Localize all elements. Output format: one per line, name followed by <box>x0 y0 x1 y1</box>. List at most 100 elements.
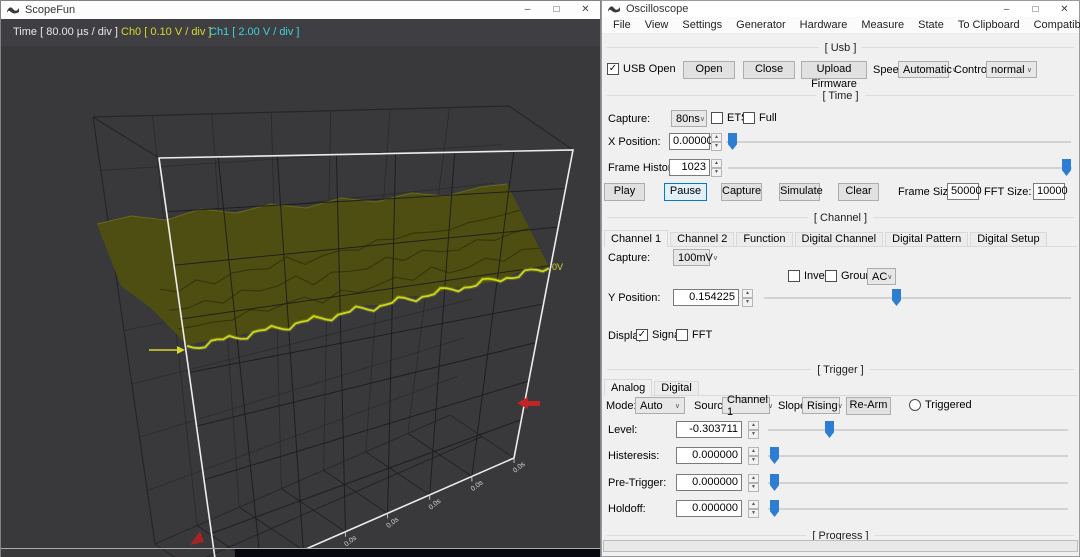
usb-open-checkbox[interactable]: ✓ USB Open <box>607 63 676 75</box>
upload-firmware-button[interactable]: Upload Firmware <box>801 61 867 90</box>
simulate-button[interactable]: Simulate <box>779 183 823 201</box>
menu-item-compatibility[interactable]: Compatibility <box>1027 18 1080 33</box>
spinner-down-icon[interactable]: ▼ <box>711 168 722 177</box>
triggered-radio[interactable]: Triggered <box>909 399 972 411</box>
y-position-stepper[interactable]: ▲ ▼ <box>742 289 753 307</box>
coupling-dropdown[interactable]: AC ∨ <box>867 268 896 285</box>
slider-thumb[interactable] <box>770 474 779 491</box>
menu-item-generator[interactable]: Generator <box>729 18 793 33</box>
x-position-stepper[interactable]: ▲ ▼ <box>711 133 722 151</box>
tab-analog[interactable]: Analog <box>604 379 653 396</box>
menu-item-to-clipboard[interactable]: To Clipboard <box>951 18 1027 33</box>
tab-channel-1[interactable]: Channel 1 <box>604 230 669 247</box>
menu-item-measure[interactable]: Measure <box>854 18 911 33</box>
slider-thumb[interactable] <box>825 421 834 438</box>
maximize-button[interactable]: □ <box>1021 1 1050 17</box>
capture-button[interactable]: Capture <box>721 183 762 201</box>
slider-thumb[interactable] <box>892 289 901 306</box>
menu-item-file[interactable]: File <box>606 18 638 33</box>
minimize-button[interactable]: – <box>992 1 1021 17</box>
scene-3d-viewport[interactable]: 0.0s0.0s0.0s0.0s0.0s0.0s0.0s 0V <box>1 46 600 557</box>
frame-size-input[interactable]: 50000 <box>947 183 982 200</box>
spinner-up-icon[interactable]: ▲ <box>748 421 759 430</box>
checkbox-box[interactable] <box>825 270 837 282</box>
spinner-up-icon[interactable]: ▲ <box>748 447 759 456</box>
re-arm-button[interactable]: Re-Arm <box>846 397 891 415</box>
histeresis-slider[interactable] <box>768 447 1068 465</box>
spinner-up-icon[interactable]: ▲ <box>711 133 722 142</box>
fft-size-input[interactable]: 10000 <box>1033 183 1068 200</box>
spinner-down-icon[interactable]: ▼ <box>748 456 759 465</box>
chevron-down-icon: ∨ <box>767 402 774 410</box>
x-position-input[interactable]: 0.00000 <box>669 133 713 150</box>
checkbox-box[interactable]: ✓ <box>607 63 619 75</box>
pre-trigger-stepper[interactable]: ▲ ▼ <box>748 474 759 492</box>
maximize-button[interactable]: □ <box>542 1 571 19</box>
spinner-up-icon[interactable]: ▲ <box>711 159 722 168</box>
holdoff-stepper[interactable]: ▲ ▼ <box>748 500 759 518</box>
level-slider[interactable] <box>768 421 1068 439</box>
capture-channel-dropdown[interactable]: 100mV ∨ <box>673 249 718 266</box>
y-position-input[interactable]: 0.154225 <box>673 289 739 306</box>
pre-trigger-slider[interactable] <box>768 474 1068 492</box>
slider-thumb[interactable] <box>728 133 737 150</box>
checkbox-box[interactable] <box>711 112 723 124</box>
minimize-button[interactable]: – <box>513 1 542 19</box>
slope-dropdown[interactable]: Rising ∨ <box>802 397 843 414</box>
full-checkbox[interactable]: Full <box>743 112 777 124</box>
histeresis-input[interactable]: 0.000000 <box>676 447 742 464</box>
menu-item-state[interactable]: State <box>911 18 951 33</box>
frame-history-input[interactable]: 1023 <box>669 159 710 176</box>
checkbox-box[interactable] <box>788 270 800 282</box>
tab-digital-channel[interactable]: Digital Channel <box>794 232 884 246</box>
fft-checkbox[interactable]: FFT <box>676 329 712 341</box>
spinner-down-icon[interactable]: ▼ <box>748 483 759 492</box>
x-position-slider[interactable] <box>726 133 1071 151</box>
level-stepper[interactable]: ▲ ▼ <box>748 421 759 439</box>
checkbox-box[interactable]: ✓ <box>636 329 648 341</box>
spinner-up-icon[interactable]: ▲ <box>748 474 759 483</box>
checkbox-box[interactable] <box>743 112 755 124</box>
tab-function[interactable]: Function <box>736 232 793 246</box>
spinner-down-icon[interactable]: ▼ <box>711 142 722 151</box>
spinner-up-icon[interactable]: ▲ <box>742 289 753 298</box>
tab-channel-2[interactable]: Channel 2 <box>670 232 735 246</box>
frame-history-slider[interactable] <box>728 159 1072 177</box>
spinner-down-icon[interactable]: ▼ <box>748 509 759 518</box>
histeresis-stepper[interactable]: ▲ ▼ <box>748 447 759 465</box>
level-input[interactable]: -0.303711 <box>676 421 742 438</box>
close-usb-button[interactable]: Close <box>743 61 795 79</box>
open-button[interactable]: Open <box>683 61 735 79</box>
slider-thumb[interactable] <box>770 500 779 517</box>
frame-history-stepper[interactable]: ▲ ▼ <box>711 159 722 177</box>
checkbox-box[interactable] <box>676 329 688 341</box>
spinner-up-icon[interactable]: ▲ <box>748 500 759 509</box>
spinner-down-icon[interactable]: ▼ <box>742 298 753 307</box>
speed-dropdown[interactable]: Automatic ∨ <box>898 61 957 78</box>
tab-digital-pattern[interactable]: Digital Pattern <box>885 232 969 246</box>
y-position-slider[interactable] <box>764 289 1071 307</box>
tab-digital-setup[interactable]: Digital Setup <box>970 232 1047 246</box>
holdoff-slider[interactable] <box>768 500 1068 518</box>
clear-button[interactable]: Clear <box>838 183 879 201</box>
tab-digital[interactable]: Digital <box>654 381 699 395</box>
mode-dropdown[interactable]: Auto ∨ <box>635 397 685 414</box>
slider-track <box>768 429 1068 431</box>
pause-button[interactable]: Pause <box>664 183 707 201</box>
pre-trigger-input[interactable]: 0.000000 <box>676 474 742 491</box>
source-dropdown[interactable]: Channel 1 ∨ <box>722 394 773 418</box>
slider-thumb[interactable] <box>1062 159 1071 176</box>
oscilloscope-content: [ Usb ] ✓ USB Open Open Close Upload Fir… <box>602 33 1079 556</box>
menu-item-hardware[interactable]: Hardware <box>793 18 855 33</box>
close-button[interactable]: ✕ <box>1050 1 1079 17</box>
menu-item-view[interactable]: View <box>638 18 676 33</box>
spinner-down-icon[interactable]: ▼ <box>748 430 759 439</box>
control-dropdown[interactable]: normal ∨ <box>986 61 1037 78</box>
close-button[interactable]: ✕ <box>571 1 600 19</box>
radio-circle[interactable] <box>909 399 921 411</box>
play-button[interactable]: Play <box>604 183 645 201</box>
capture-time-dropdown[interactable]: 80ns ∨ <box>671 110 707 127</box>
slider-thumb[interactable] <box>770 447 779 464</box>
menu-item-settings[interactable]: Settings <box>675 18 729 33</box>
holdoff-input[interactable]: 0.000000 <box>676 500 742 517</box>
